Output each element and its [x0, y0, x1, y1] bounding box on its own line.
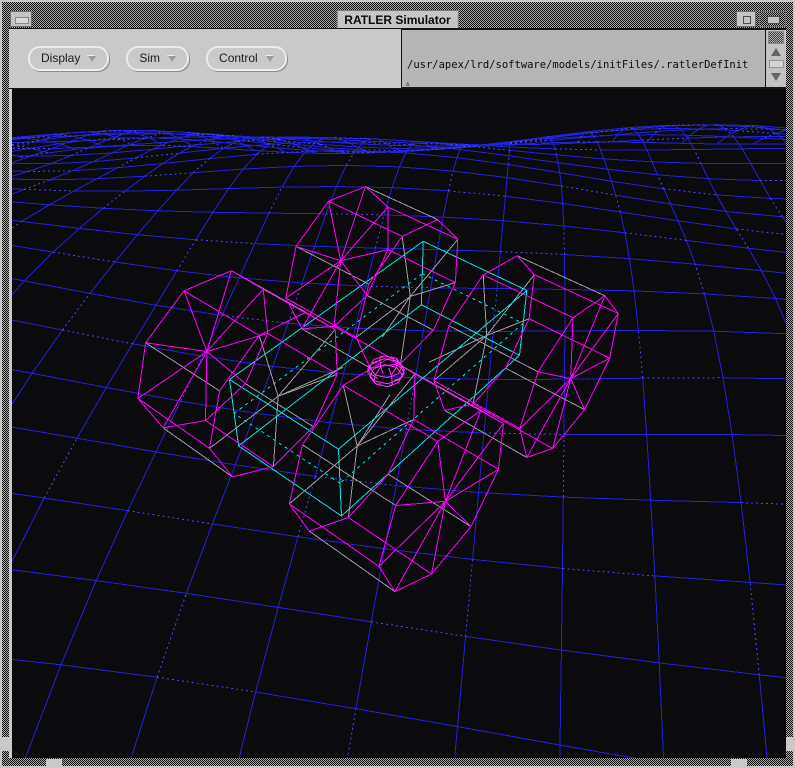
log-scrollbar[interactable]: [765, 29, 786, 88]
iconify-icon: [743, 16, 751, 24]
frame-notch: [786, 737, 795, 751]
resize-icon: [767, 16, 780, 24]
chevron-down-icon: [168, 56, 176, 62]
frame-notch: [731, 759, 747, 768]
control-menu-label: Control: [219, 49, 258, 68]
control-menu-button[interactable]: Control: [206, 46, 287, 71]
window-menu-button[interactable]: [10, 11, 32, 27]
title-bar[interactable]: RATLER Simulator: [9, 10, 786, 28]
chevron-down-icon: [88, 56, 96, 62]
display-menu-button[interactable]: Display: [28, 46, 109, 71]
toolbar-row: Display Sim Control /usr/apex/lrd/softwa…: [9, 28, 786, 89]
wireframe-scene-svg: [12, 89, 786, 758]
window-title: RATLER Simulator: [336, 10, 458, 30]
frame-notch: [46, 759, 62, 768]
text-caret-icon: ▵: [405, 80, 410, 88]
window-menu-icon: [15, 17, 29, 24]
sim-menu-label: Sim: [139, 49, 160, 68]
iconify-button[interactable]: [736, 11, 756, 27]
chevron-down-icon: [266, 56, 274, 62]
window-body: Display Sim Control /usr/apex/lrd/softwa…: [9, 28, 786, 758]
simulation-viewport[interactable]: [12, 89, 786, 758]
menu-toolbar: Display Sim Control: [9, 29, 401, 88]
arrow-up-icon: [771, 48, 781, 56]
display-menu-label: Display: [41, 49, 80, 68]
robot-chassis-dashed: [234, 274, 523, 484]
log-line: /usr/apex/lrd/software/models/initFiles/…: [407, 59, 765, 73]
sim-menu-button[interactable]: Sim: [126, 46, 189, 71]
robot-chassis: [230, 241, 527, 516]
scrollbar-track[interactable]: [769, 60, 784, 68]
log-area: /usr/apex/lrd/software/models/initFiles/…: [401, 29, 786, 88]
scrollbar-anchor[interactable]: [768, 31, 784, 44]
resize-button[interactable]: [759, 11, 786, 27]
terrain-grid: [12, 125, 786, 758]
scroll-down-button[interactable]: [767, 69, 786, 84]
arrow-down-icon: [771, 73, 781, 81]
frame-notch: [0, 737, 9, 751]
app-window: RATLER Simulator Display Sim Control: [0, 0, 795, 768]
scroll-up-button[interactable]: [767, 44, 786, 59]
log-panel: /usr/apex/lrd/software/models/initFiles/…: [401, 29, 765, 88]
